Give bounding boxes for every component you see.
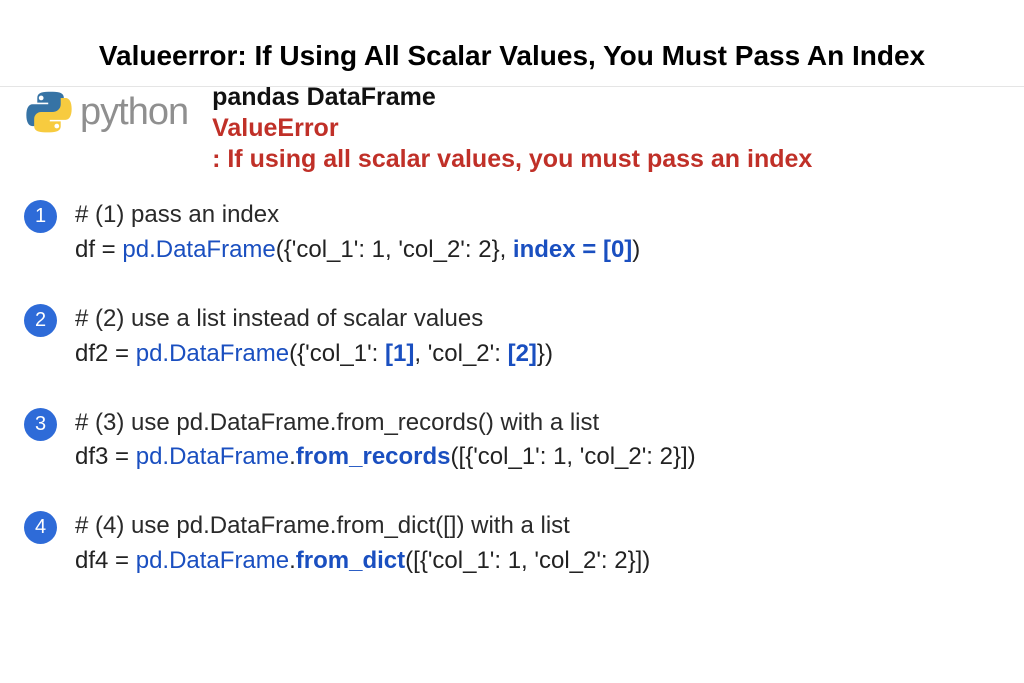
bullet-number: 2: [24, 304, 57, 337]
python-logo-block: python: [24, 87, 188, 137]
code-keyword: [1]: [385, 340, 414, 367]
python-logo-icon: [24, 87, 74, 137]
header-line-1: pandas DataFrame: [212, 83, 812, 112]
example-item: 1 # (1) pass an index df = pd.DataFrame(…: [24, 198, 1000, 268]
examples-list: 1 # (1) pass an index df = pd.DataFrame(…: [0, 192, 1024, 578]
code-comment: # (1) pass an index: [75, 198, 640, 233]
code-identifier: pd.DataFrame: [136, 443, 289, 470]
code-text: ({'col_1': 1, 'col_2': 2},: [276, 236, 513, 263]
header-line-2: ValueError: [212, 114, 812, 143]
code-identifier: pd.DataFrame: [136, 340, 289, 367]
code-keyword: [2]: [508, 340, 537, 367]
code-text: ): [632, 236, 640, 263]
header-row: python pandas DataFrame ValueError : If …: [0, 69, 1024, 192]
code-identifier: pd.DataFrame: [136, 547, 289, 574]
code-text: ({'col_1':: [289, 340, 385, 367]
bullet-number: 4: [24, 511, 57, 544]
code-text: df4 =: [75, 547, 136, 574]
code-text: df3 =: [75, 443, 136, 470]
code-comment: # (2) use a list instead of scalar value…: [75, 302, 553, 337]
example-item: 4 # (4) use pd.DataFrame.from_dict([]) w…: [24, 509, 1000, 579]
code-block: # (3) use pd.DataFrame.from_records() wi…: [75, 406, 696, 476]
code-text: }): [537, 340, 553, 367]
page-title: Valueerror: If Using All Scalar Values, …: [0, 0, 1024, 87]
code-line: df2 = pd.DataFrame({'col_1': [1], 'col_2…: [75, 337, 553, 372]
code-method: from_dict: [296, 547, 405, 574]
code-method: from_records: [296, 443, 451, 470]
python-logo-text: python: [80, 91, 188, 134]
code-text: ([{'col_1': 1, 'col_2': 2}]): [451, 443, 696, 470]
code-text: .: [289, 547, 296, 574]
code-keyword: index = [0]: [513, 236, 632, 263]
code-comment: # (4) use pd.DataFrame.from_dict([]) wit…: [75, 509, 650, 544]
example-item: 3 # (3) use pd.DataFrame.from_records() …: [24, 406, 1000, 476]
bullet-number: 3: [24, 408, 57, 441]
code-identifier: pd.DataFrame: [122, 236, 275, 263]
code-line: df3 = pd.DataFrame.from_records([{'col_1…: [75, 440, 696, 475]
code-block: # (4) use pd.DataFrame.from_dict([]) wit…: [75, 509, 650, 579]
code-text: .: [289, 443, 296, 470]
code-line: df4 = pd.DataFrame.from_dict([{'col_1': …: [75, 544, 650, 579]
code-comment: # (3) use pd.DataFrame.from_records() wi…: [75, 406, 696, 441]
code-text: df =: [75, 236, 122, 263]
code-line: df = pd.DataFrame({'col_1': 1, 'col_2': …: [75, 233, 640, 268]
code-text: ([{'col_1': 1, 'col_2': 2}]): [405, 547, 650, 574]
code-text: df2 =: [75, 340, 136, 367]
example-item: 2 # (2) use a list instead of scalar val…: [24, 302, 1000, 372]
header-text: pandas DataFrame ValueError : If using a…: [212, 83, 812, 174]
code-block: # (1) pass an index df = pd.DataFrame({'…: [75, 198, 640, 268]
header-line-3: : If using all scalar values, you must p…: [212, 145, 812, 174]
code-text: , 'col_2':: [414, 340, 507, 367]
bullet-number: 1: [24, 200, 57, 233]
code-block: # (2) use a list instead of scalar value…: [75, 302, 553, 372]
